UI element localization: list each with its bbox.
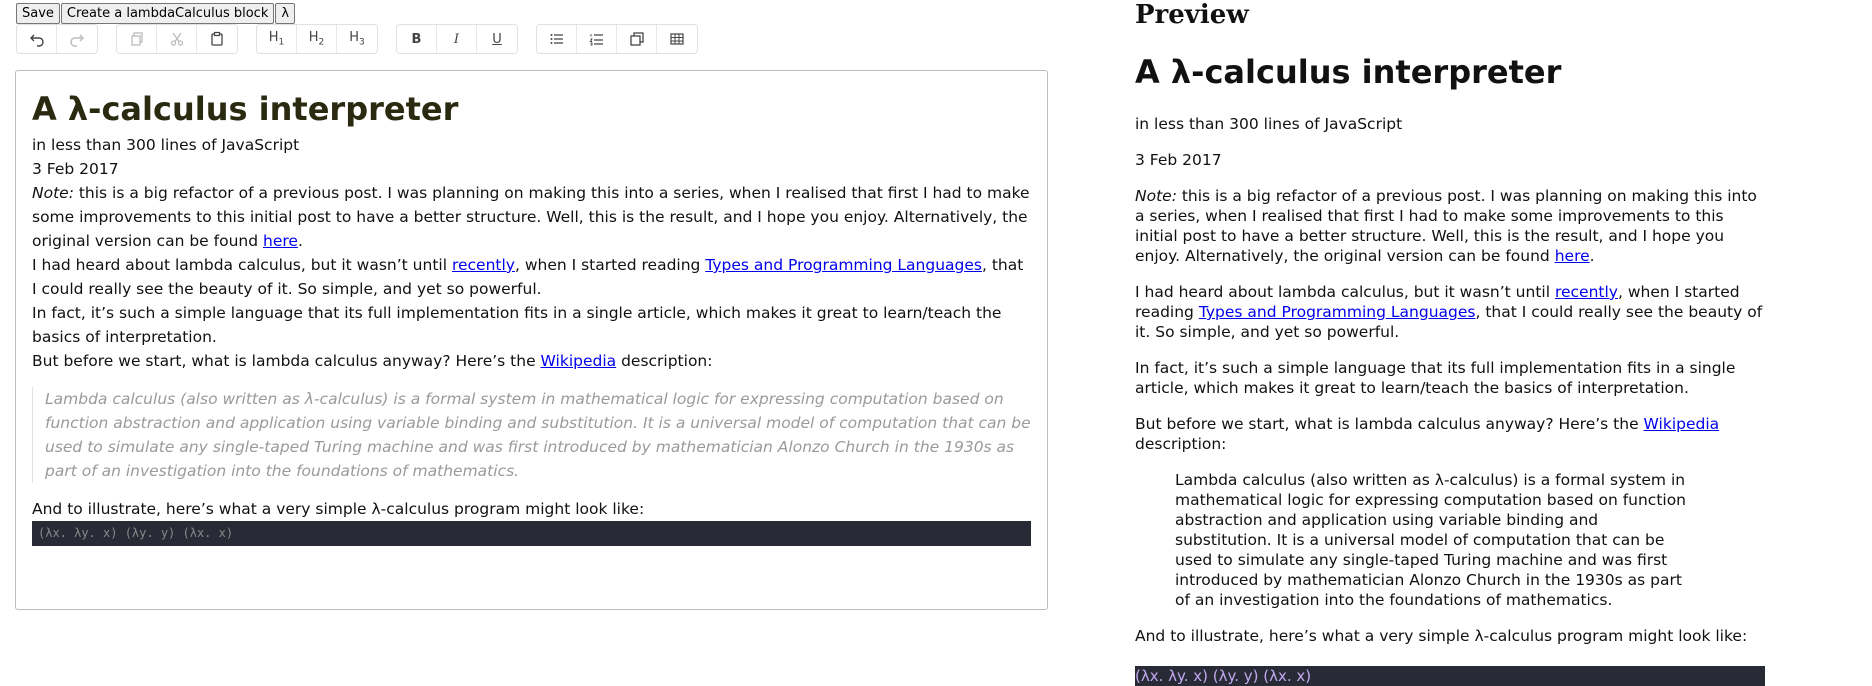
- copy-button[interactable]: [117, 25, 157, 53]
- note-end: .: [297, 232, 303, 250]
- editor-toolbar: H1 H2 H3 B I U: [16, 24, 716, 54]
- format-group: B I U: [396, 24, 518, 54]
- doc-subtitle: in less than 300 lines of JavaScript: [32, 136, 300, 154]
- intro-text-b: , when I started reading: [514, 256, 706, 274]
- scissors-icon: [170, 32, 183, 46]
- clipboard-group: [116, 24, 238, 54]
- rich-text-editor[interactable]: A λ-calculus interpreter in less than 30…: [15, 70, 1048, 610]
- preview-here-link[interactable]: here: [1555, 247, 1590, 265]
- preview-wiki-text-b: description:: [1135, 435, 1227, 453]
- intro-text-a: I had heard about lambda calculus, but i…: [32, 256, 452, 274]
- table-icon: [670, 33, 684, 45]
- save-button[interactable]: Save: [16, 3, 60, 24]
- preview-pane: Preview A λ-calculus interpreter in less…: [1135, 0, 1765, 686]
- ordered-list-button[interactable]: [577, 25, 617, 53]
- wikipedia-quote: Lambda calculus (also written as λ-calcu…: [32, 387, 1031, 483]
- italic-button[interactable]: I: [437, 25, 477, 53]
- wikipedia-link[interactable]: Wikipedia: [541, 352, 617, 370]
- code-block: (λx. λy. x) (λy. y) (λx. x): [32, 521, 1031, 546]
- underline-button[interactable]: U: [477, 25, 517, 53]
- bullet-list-icon: [550, 34, 563, 44]
- preview-recently-link[interactable]: recently: [1555, 283, 1618, 301]
- preview-intro-text-a: I had heard about lambda calculus, but i…: [1135, 283, 1555, 301]
- doc-date: 3 Feb 2017: [32, 160, 119, 178]
- heading-1-label: H1: [268, 30, 285, 48]
- heading-3-button[interactable]: H3: [337, 25, 377, 53]
- italic-icon: I: [453, 31, 460, 47]
- tapl-link[interactable]: Types and Programming Languages: [705, 256, 982, 274]
- note-paragraph: Note: this is a big refactor of a previo…: [32, 181, 1031, 253]
- preview-note-label: Note:: [1135, 187, 1177, 205]
- heading-group: H1 H2 H3: [256, 24, 378, 54]
- fact-paragraph: In fact, it’s such a simple language tha…: [32, 304, 1002, 346]
- heading-1-button[interactable]: H1: [257, 25, 297, 53]
- heading-2-button[interactable]: H2: [297, 25, 337, 53]
- preview-tapl-link[interactable]: Types and Programming Languages: [1199, 303, 1476, 321]
- heading-3-label: H3: [349, 30, 365, 48]
- clipboard-icon: [211, 31, 223, 46]
- preview-fact-paragraph: In fact, it’s such a simple language tha…: [1135, 359, 1736, 397]
- preview-heading: Preview: [1135, 0, 1249, 30]
- note-label: Note:: [32, 184, 74, 202]
- preview-subtitle: in less than 300 lines of JavaScript: [1135, 115, 1403, 133]
- top-button-bar: Save Create a lambdaCalculus block λ: [16, 3, 296, 24]
- cut-button[interactable]: [157, 25, 197, 53]
- ordered-list-icon: [589, 34, 603, 46]
- note-text: this is a big refactor of a previous pos…: [32, 184, 1030, 250]
- preview-quote: Lambda calculus (also written as λ-calcu…: [1175, 471, 1687, 609]
- preview-code-block: (λx. λy. x) (λy. y) (λx. x): [1135, 666, 1765, 686]
- underline-icon: U: [492, 31, 502, 47]
- history-group: [16, 24, 98, 54]
- preview-date: 3 Feb 2017: [1135, 151, 1222, 169]
- code-block-icon: [629, 32, 644, 46]
- preview-doc-title: A λ-calculus interpreter: [1135, 53, 1562, 91]
- redo-icon: [70, 34, 84, 47]
- bullet-list-button[interactable]: [537, 25, 577, 53]
- here-link[interactable]: here: [263, 232, 298, 250]
- preview-note-paragraph: Note: this is a big refactor of a previo…: [1135, 186, 1765, 266]
- wiki-paragraph: But before we start, what is lambda calc…: [32, 349, 1031, 373]
- preview-note-end: .: [1589, 247, 1595, 265]
- redo-button[interactable]: [57, 25, 97, 53]
- preview-intro-paragraph: I had heard about lambda calculus, but i…: [1135, 282, 1765, 342]
- preview-wikipedia-link[interactable]: Wikipedia: [1644, 415, 1720, 433]
- preview-wiki-text-a: But before we start, what is lambda calc…: [1135, 415, 1644, 433]
- copy-icon: [130, 32, 143, 46]
- code-block-button[interactable]: [617, 25, 657, 53]
- intro-paragraph: I had heard about lambda calculus, but i…: [32, 253, 1031, 301]
- preview-note-text: this is a big refactor of a previous pos…: [1135, 187, 1757, 265]
- lambda-button[interactable]: λ: [275, 3, 296, 24]
- block-group: [536, 24, 698, 54]
- recently-link[interactable]: recently: [452, 256, 515, 274]
- preview-wiki-paragraph: But before we start, what is lambda calc…: [1135, 414, 1765, 454]
- illustrate-paragraph: And to illustrate, here’s what a very si…: [32, 500, 645, 518]
- wiki-text-b: description:: [616, 352, 713, 370]
- preview-illustrate-paragraph: And to illustrate, here’s what a very si…: [1135, 627, 1748, 645]
- heading-2-label: H2: [308, 30, 325, 48]
- create-lambda-block-button[interactable]: Create a lambdaCalculus block: [60, 3, 275, 24]
- undo-button[interactable]: [17, 25, 57, 53]
- paste-button[interactable]: [197, 25, 237, 53]
- bold-icon: B: [411, 31, 422, 47]
- bold-button[interactable]: B: [397, 25, 437, 53]
- table-button[interactable]: [657, 25, 697, 53]
- wiki-text-a: But before we start, what is lambda calc…: [32, 352, 541, 370]
- doc-title: A λ-calculus interpreter: [32, 90, 459, 128]
- undo-icon: [29, 34, 44, 47]
